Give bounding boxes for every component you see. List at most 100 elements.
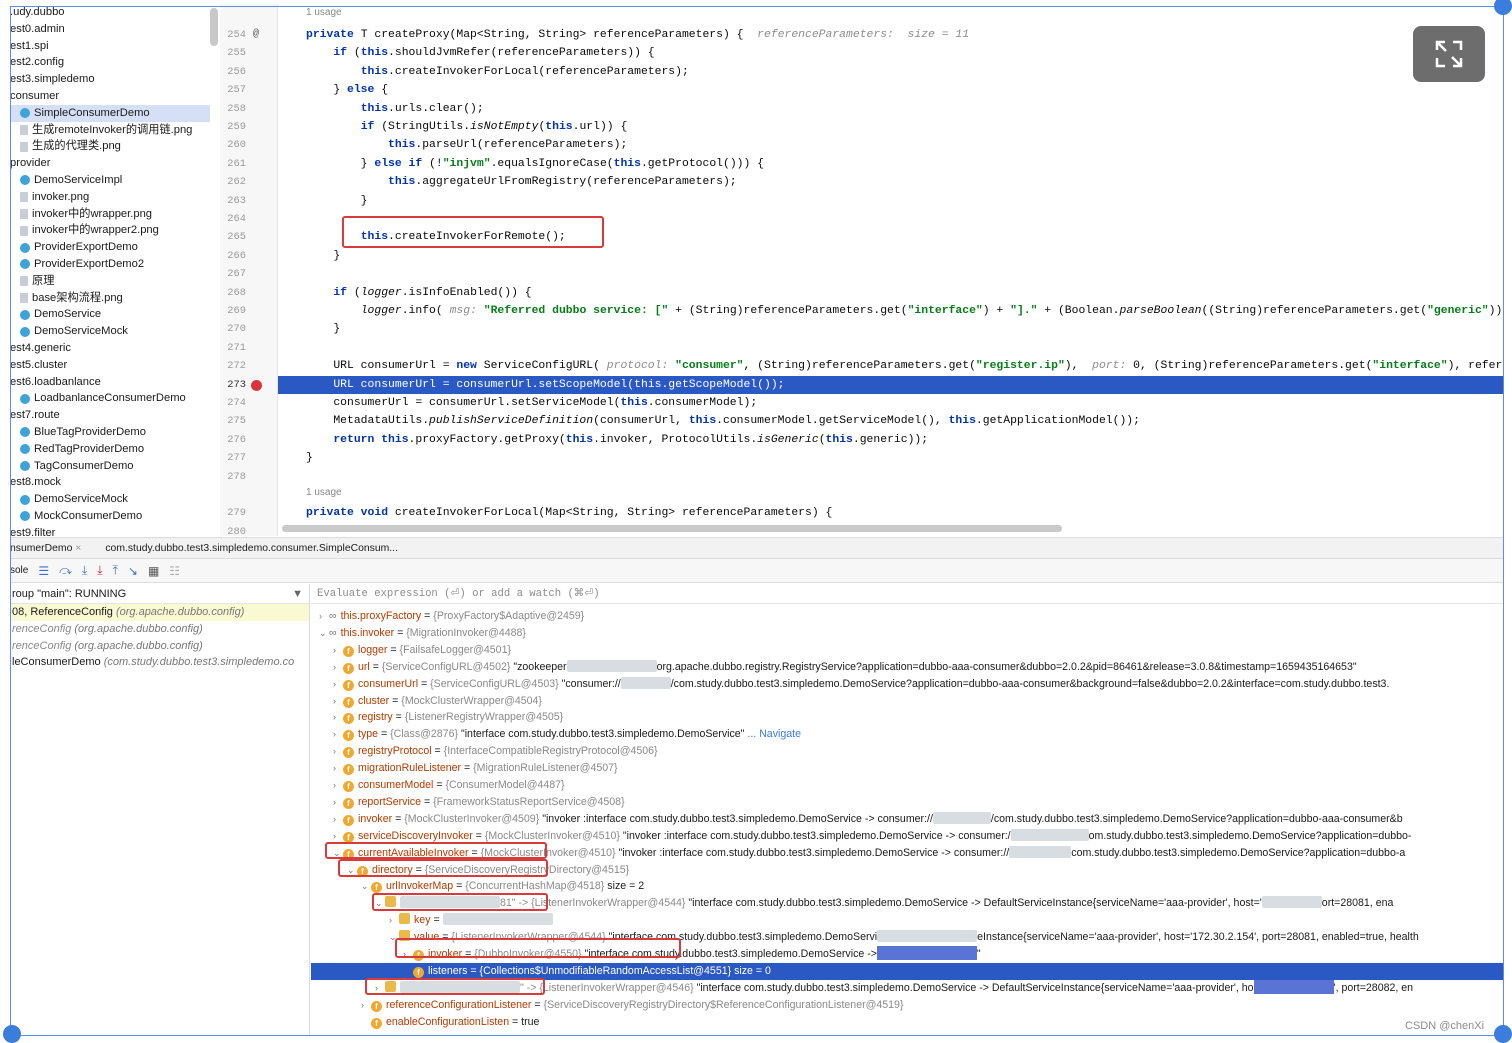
tree-item[interactable]: 生成的代理类.png xyxy=(10,138,210,155)
variable-row[interactable]: › f referenceConfigurationListener = {Serv… xyxy=(311,997,1504,1014)
tree-item[interactable]: SimpleConsumerDemo xyxy=(10,104,210,122)
expand-arrow-icon[interactable]: › xyxy=(333,811,343,828)
tree-item[interactable]: DemoServiceMock xyxy=(10,323,210,340)
frames-panel[interactable]: roup "main": RUNNING ▼ 08, ReferenceConf… xyxy=(10,584,310,1036)
tree-item[interactable]: est5.cluster xyxy=(10,357,210,374)
tree-item[interactable]: invoker.png xyxy=(10,189,210,206)
resize-handle-top-right[interactable] xyxy=(1494,0,1512,15)
expand-arrow-icon[interactable]: › xyxy=(333,777,343,794)
code-line[interactable] xyxy=(278,339,1504,357)
tab-simple-consumer[interactable]: com.study.dubbo.test3.simpledemo.consume… xyxy=(105,543,398,554)
stack-frame[interactable]: renceConfig (org.apache.dubbo.config) xyxy=(10,621,309,638)
navigate-link[interactable]: ... Navigate xyxy=(744,728,801,740)
console-tab[interactable]: sole xyxy=(10,565,28,576)
tree-item[interactable]: MockConsumerDemo xyxy=(10,508,210,525)
tree-item[interactable]: LoadbanlanceConsumerDemo xyxy=(10,390,210,407)
tree-item[interactable]: provider xyxy=(10,155,210,172)
code-line[interactable]: return this.proxyFactory.getProxy(this.i… xyxy=(278,431,1504,449)
code-line[interactable]: logger.info( msg: "Referred dubbo servic… xyxy=(278,302,1504,320)
code-line[interactable]: } xyxy=(278,320,1504,338)
tree-item[interactable]: invoker中的wrapper2.png xyxy=(10,222,210,239)
tree-item[interactable]: ProviderExportDemo2 xyxy=(10,256,210,273)
step-out-icon[interactable]: ⤒ xyxy=(113,563,118,578)
tree-item[interactable]: .udy.dubbo xyxy=(10,4,210,21)
variable-row[interactable]: › f url = {ServiceConfigURL@4502} "zookeep… xyxy=(311,659,1504,676)
usage-hint[interactable]: 1 usage xyxy=(278,484,1504,502)
expand-arrow-icon[interactable]: › xyxy=(389,912,399,929)
tree-item[interactable]: est9.filter xyxy=(10,525,210,536)
editor-gutter[interactable]: 254 255 256 257 258 259 260 261 262 263 264 265 266 2… xyxy=(220,4,278,538)
code-line[interactable]: private void createInvokerForLocal(Map<S… xyxy=(278,504,1504,522)
step-into-icon[interactable]: ⤓ xyxy=(82,563,87,578)
stack-frame[interactable]: 08, ReferenceConfig (org.apache.dubbo.co… xyxy=(10,604,309,621)
project-tree[interactable]: .udy.dubbo est0.admin est1.spi est2.config e… xyxy=(10,4,210,536)
layout-icon[interactable]: ☷ xyxy=(169,564,180,578)
expand-arrow-icon[interactable]: › xyxy=(319,608,329,625)
tree-item[interactable]: est3.simpledemo xyxy=(10,71,210,88)
evaluate-expression-input[interactable]: Evaluate expression (⏎) or add a watch (… xyxy=(311,584,1504,604)
code-line[interactable]: } else { xyxy=(278,81,1504,99)
menu-icon[interactable]: ☰ xyxy=(38,564,49,578)
code-line[interactable]: this.aggregateUrlFromRegistry(referenceP… xyxy=(278,173,1504,191)
code-line[interactable]: } else if (!"injvm".equalsIgnoreCase(thi… xyxy=(278,155,1504,173)
close-icon[interactable]: × xyxy=(75,543,81,554)
tree-item[interactable]: est4.generic xyxy=(10,340,210,357)
tree-item[interactable]: est7.route xyxy=(10,407,210,424)
filter-icon[interactable]: ▼ xyxy=(292,584,303,603)
tree-item[interactable]: DemoService xyxy=(10,306,210,323)
tree-item[interactable]: DemoServiceMock xyxy=(10,491,210,508)
expand-arrow-icon[interactable]: › xyxy=(333,709,343,726)
tree-item[interactable]: DemoServiceImpl xyxy=(10,172,210,189)
force-step-into-icon[interactable]: ⤓ xyxy=(97,563,102,578)
expand-arrow-icon[interactable]: › xyxy=(333,659,343,676)
variable-row[interactable]: › key = xyxy=(311,912,1504,929)
code-line[interactable]: if (this.shouldJvmRefer(referenceParamet… xyxy=(278,44,1504,62)
tree-item[interactable]: consumer xyxy=(10,88,210,105)
tree-item[interactable]: est2.config xyxy=(10,54,210,71)
code-line[interactable] xyxy=(278,265,1504,283)
expand-arrow-icon[interactable]: › xyxy=(333,743,343,760)
run-to-cursor-icon[interactable]: ↘ xyxy=(128,564,138,578)
resize-handle-bottom-left[interactable] xyxy=(3,1025,21,1043)
variable-row[interactable]: › f migrationRuleListener = {MigrationRule… xyxy=(311,760,1504,777)
override-marker[interactable]: @ xyxy=(253,29,259,40)
evaluate-icon[interactable]: ▦ xyxy=(148,564,159,578)
expand-arrow-icon[interactable]: › xyxy=(361,997,371,1014)
tree-item[interactable]: est6.loadbanlance xyxy=(10,374,210,391)
code-line[interactable]: if (StringUtils.isNotEmpty(this.url)) { xyxy=(278,118,1504,136)
expand-arrow-icon[interactable]: › xyxy=(333,642,343,659)
variable-row[interactable]: › f cluster = {MockClusterWrapper@4504} xyxy=(311,693,1504,710)
code-line[interactable]: } xyxy=(278,449,1504,467)
tree-item[interactable]: TagConsumerDemo xyxy=(10,458,210,475)
code-line[interactable]: this.urls.clear(); xyxy=(278,100,1504,118)
variable-row[interactable]: › ∞ this.proxyFactory = {ProxyFactory$Adap… xyxy=(311,608,1504,625)
breakpoint-icon[interactable] xyxy=(251,379,262,391)
variable-row[interactable]: › f logger = {FailsafeLogger@4501} xyxy=(311,642,1504,659)
code-line[interactable]: URL consumerUrl = consumerUrl.setScopeMo… xyxy=(278,375,1504,394)
tree-item[interactable]: 生成remoteInvoker的调用链.png xyxy=(10,122,210,139)
variable-row[interactable]: › f consumerUrl = {ServiceConfigURL@4503} … xyxy=(311,676,1504,693)
tree-item[interactable]: est8.mock xyxy=(10,474,210,491)
code-line[interactable]: } xyxy=(278,247,1504,265)
variable-row[interactable]: › f consumerModel = {ConsumerModel@4487} xyxy=(311,777,1504,794)
expand-arrow-icon[interactable]: › xyxy=(333,760,343,777)
expand-arrow-icon[interactable]: › xyxy=(333,794,343,811)
stack-frame[interactable]: renceConfig (org.apache.dubbo.config) xyxy=(10,638,309,655)
tree-item[interactable]: BlueTagProviderDemo xyxy=(10,424,210,441)
variable-row[interactable]: › f type = {Class@2876} "interface com.stu… xyxy=(311,726,1504,743)
variable-row[interactable]: › f registryProtocol = {InterfaceCompatibl… xyxy=(311,743,1504,760)
code-line[interactable]: this.parseUrl(referenceParameters); xyxy=(278,136,1504,154)
tree-item[interactable]: 原理 xyxy=(10,273,210,290)
project-tree-scrollbar[interactable] xyxy=(210,8,218,46)
tree-item[interactable]: est1.spi xyxy=(10,38,210,55)
tree-item[interactable]: ProviderExportDemo xyxy=(10,239,210,256)
code-line[interactable]: MetadataUtils.publishServiceDefinition(c… xyxy=(278,412,1504,430)
variable-row[interactable]: › f invoker = {MockClusterInvoker@4509} "i… xyxy=(311,811,1504,828)
variables-panel[interactable]: Evaluate expression (⏎) or add a watch (… xyxy=(311,584,1504,1036)
usage-hint[interactable]: 1 usage xyxy=(278,4,1504,22)
code-line[interactable]: private T createProxy(Map<String, String… xyxy=(278,26,1504,44)
code-line[interactable]: if (logger.isInfoEnabled()) { xyxy=(278,284,1504,302)
code-line[interactable]: } xyxy=(278,192,1504,210)
thread-selector[interactable]: roup "main": RUNNING ▼ xyxy=(10,584,309,604)
expand-arrow-icon[interactable]: › xyxy=(333,693,343,710)
